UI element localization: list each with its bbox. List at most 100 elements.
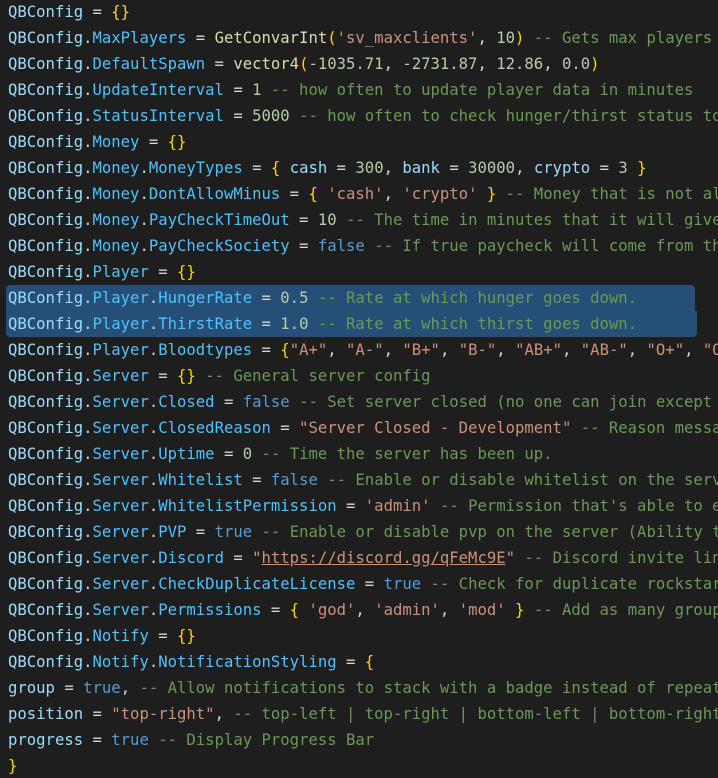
code-line-20[interactable]: QBConfig.Server.WhitelistPermission = 'a… (0, 493, 718, 519)
number-literal: 10 (496, 29, 516, 47)
bracket: } (486, 185, 497, 203)
string-literal: 'cash' (327, 185, 384, 203)
code-line-23[interactable]: QBConfig.Server.CheckDuplicateLicense = … (0, 571, 718, 597)
identifier: QBConfig (8, 185, 84, 203)
property: Server (92, 471, 149, 489)
code-line-13[interactable]: QBConfig.Player.ThirstRate = 1.0 -- Rate… (0, 311, 718, 337)
identifier: progress (8, 731, 84, 749)
operator: = (261, 601, 290, 619)
operator: . (148, 549, 159, 567)
operator (524, 601, 533, 619)
string-literal: " (252, 549, 262, 567)
bracket: { (270, 159, 281, 177)
code-line-30[interactable]: } (0, 753, 718, 778)
string-literal: 'admin' (374, 601, 440, 619)
property: Server (92, 393, 149, 411)
code-line-2[interactable]: QBConfig.MaxPlayers = GetConvarInt('sv_m… (0, 25, 718, 51)
property: Money (92, 237, 140, 255)
operator: . (83, 393, 93, 411)
identifier: QBConfig (8, 471, 84, 489)
code-editor[interactable]: QBConfig = {} QBConfig.MaxPlayers = GetCo… (0, 0, 718, 778)
property: StatusInterval (92, 107, 224, 125)
comment: -- Permission that's able to enter the s… (439, 497, 718, 515)
code-line-15[interactable]: QBConfig.Server = {} -- General server c… (0, 363, 718, 389)
code-line-22[interactable]: QBConfig.Server.Discord = "https://disco… (0, 545, 718, 571)
comment: -- how often to update player data in mi… (270, 81, 694, 99)
property: ClosedReason (158, 419, 271, 437)
code-line-19[interactable]: QBConfig.Server.Whitelist = false -- Ena… (0, 467, 718, 493)
code-line-14[interactable]: QBConfig.Player.Bloodtypes = {"A+", "A-"… (0, 337, 718, 363)
operator: = (223, 107, 253, 125)
number-literal: -1035.71 (308, 55, 384, 73)
comment: -- General server config (205, 367, 431, 385)
property: Server (92, 497, 149, 515)
identifier: group (8, 679, 55, 697)
code-line-21[interactable]: QBConfig.Server.PVP = true -- Enable or … (0, 519, 718, 545)
property: Server (92, 445, 149, 463)
operator: . (83, 263, 93, 281)
code-line-5[interactable]: QBConfig.StatusInterval = 5000 -- how of… (0, 103, 718, 129)
operator (290, 107, 299, 125)
identifier: QBConfig (8, 549, 84, 567)
identifier: QBConfig (8, 367, 84, 385)
comment: -- Rate at which hunger goes down. (317, 289, 638, 307)
code-line-7[interactable]: QBConfig.Money.MoneyTypes = { cash = 300… (0, 155, 718, 181)
code-line-29[interactable]: progress = true -- Display Progress Bar (0, 727, 718, 753)
code-line-4[interactable]: QBConfig.UpdateInterval = 1 -- how often… (0, 77, 718, 103)
operator: = (148, 367, 178, 385)
code-line-28[interactable]: position = "top-right", -- top-left | to… (0, 701, 718, 727)
code-line-18[interactable]: QBConfig.Server.Uptime = 0 -- Time the s… (0, 441, 718, 467)
property: PayCheckSociety (148, 237, 290, 255)
property: CheckDuplicateLicense (158, 575, 356, 593)
operator (524, 29, 533, 47)
string-literal: "A-" (346, 341, 384, 359)
number-literal: 10 (317, 211, 337, 229)
property: HungerRate (158, 289, 253, 307)
code-line-3[interactable]: QBConfig.DefaultSpawn = vector4(-1035.71… (0, 51, 718, 77)
code-line-8[interactable]: QBConfig.Money.DontAllowMinus = { 'cash'… (0, 181, 718, 207)
operator: = (148, 627, 178, 645)
identifier: QBConfig (8, 289, 84, 307)
string-literal: "B+" (402, 341, 440, 359)
identifier: QBConfig (8, 211, 84, 229)
number-literal: 300 (355, 159, 384, 177)
code-line-9[interactable]: QBConfig.Money.PayCheckTimeOut = 10 -- T… (0, 207, 718, 233)
code-line-12[interactable]: QBConfig.Player.HungerRate = 0.5 -- Rate… (0, 285, 718, 311)
code-line-16[interactable]: QBConfig.Server.Closed = false -- Set se… (0, 389, 718, 415)
string-literal: " (505, 549, 516, 567)
operator: . (83, 315, 93, 333)
operator: . (83, 419, 93, 437)
code-line-1[interactable]: QBConfig = {} (0, 0, 718, 25)
code-line-24[interactable]: QBConfig.Server.Permissions = { 'god', '… (0, 597, 718, 623)
property: DefaultSpawn (92, 55, 206, 73)
code-line-26[interactable]: QBConfig.Notify.NotificationStyling = { (0, 649, 718, 675)
operator: . (148, 601, 159, 619)
comment: -- top-left | top-right | bottom-left | … (233, 705, 718, 723)
url-link[interactable]: https://discord.gg/qFeMc9E (262, 549, 506, 567)
operator: , (515, 159, 534, 177)
property: Bloodtypes (158, 341, 253, 359)
bracket: { (280, 341, 290, 359)
bracket: { (289, 601, 300, 619)
property: Whitelist (158, 471, 243, 489)
operator: . (83, 367, 93, 385)
operator: = (252, 289, 281, 307)
operator (431, 497, 440, 515)
bracket: {} (167, 133, 187, 151)
property: Server (92, 419, 149, 437)
code-line-6[interactable]: QBConfig.Money = {} (0, 129, 718, 155)
property: Player (92, 289, 149, 307)
operator: . (83, 341, 93, 359)
number-literal: 30000 (468, 159, 516, 177)
code-line-10[interactable]: QBConfig.Money.PayCheckSociety = false -… (0, 233, 718, 259)
operator (628, 159, 637, 177)
code-line-27[interactable]: group = true, -- Allow notifications to … (0, 675, 718, 701)
property: Discord (158, 549, 224, 567)
identifier: QBConfig (8, 627, 84, 645)
operator: , (496, 341, 516, 359)
property: UpdateInterval (92, 81, 224, 99)
code-line-25[interactable]: QBConfig.Notify = {} (0, 623, 718, 649)
code-line-17[interactable]: QBConfig.Server.ClosedReason = "Server C… (0, 415, 718, 441)
operator: = (223, 81, 253, 99)
code-line-11[interactable]: QBConfig.Player = {} (0, 259, 718, 285)
